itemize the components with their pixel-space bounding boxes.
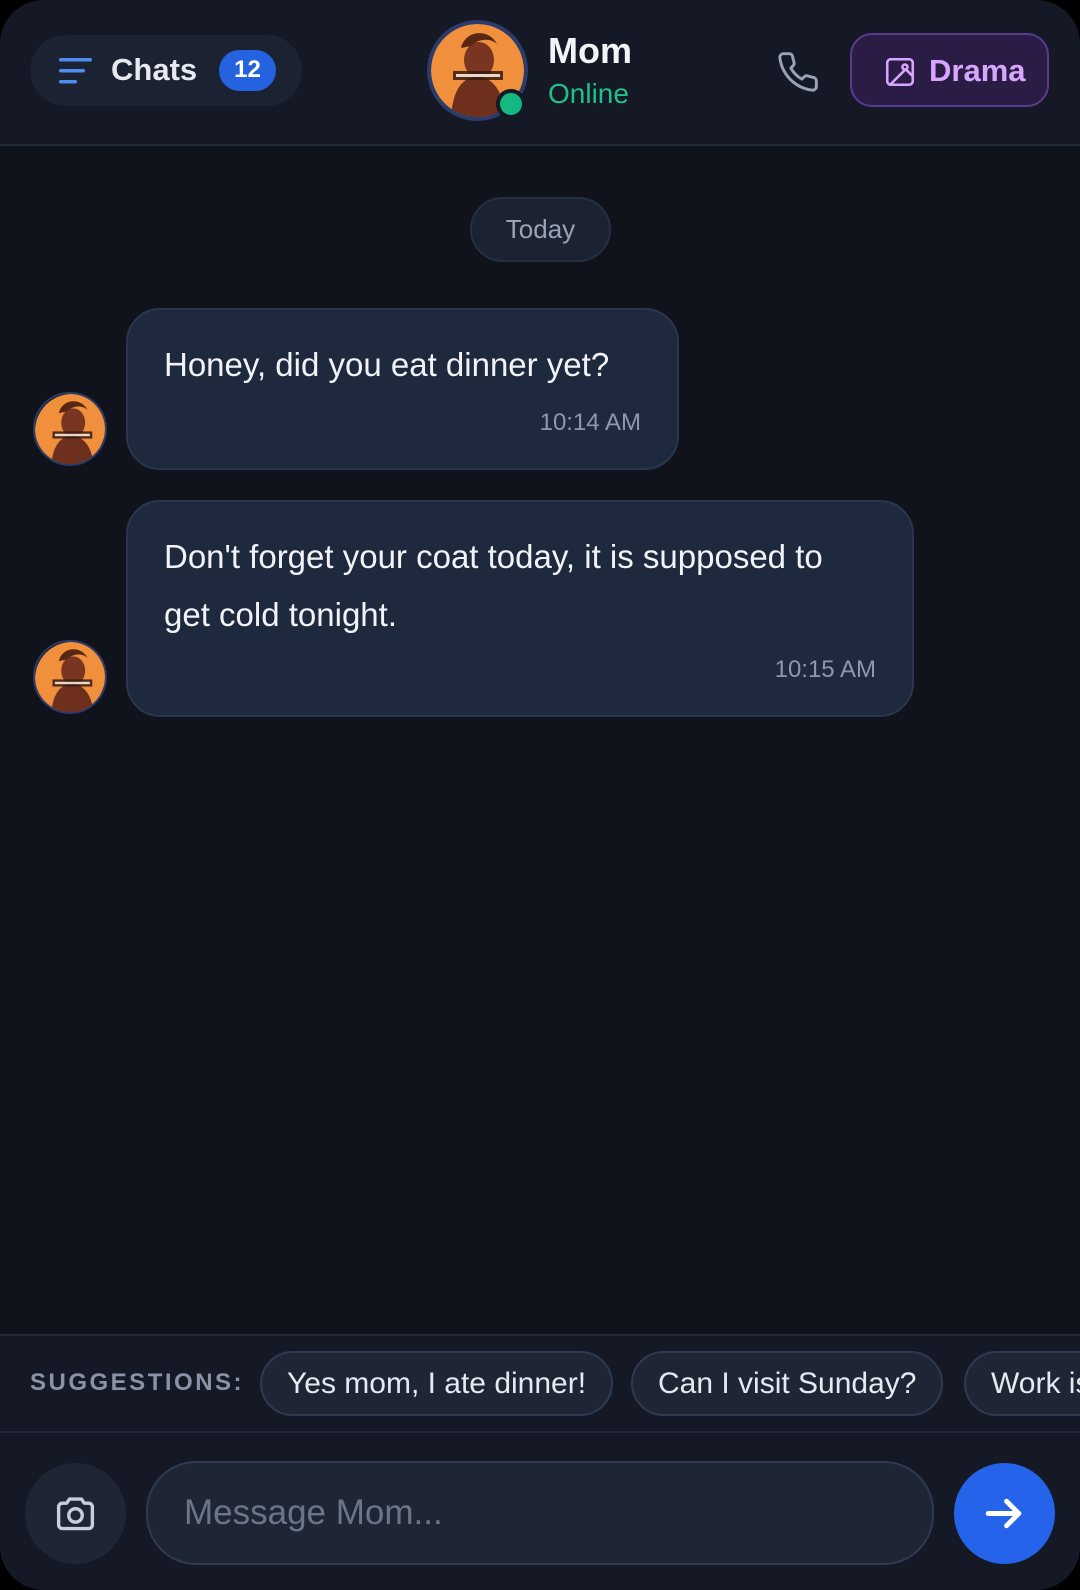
chat-header: Chats 12 Mom Online Drama: [0, 0, 1080, 146]
chats-button[interactable]: Chats 12: [30, 35, 302, 106]
camera-button[interactable]: [25, 1463, 126, 1564]
suggestions-bar: SUGGESTIONS: Yes mom, I ate dinner! Can …: [0, 1334, 1080, 1431]
online-indicator: [496, 89, 526, 119]
drama-label: Drama: [929, 53, 1026, 88]
message-time: 10:14 AM: [539, 409, 641, 436]
suggestion-chip[interactable]: Yes mom, I ate dinner!: [260, 1351, 614, 1416]
suggestion-chip[interactable]: Work is: [964, 1351, 1080, 1416]
suggestion-chip[interactable]: Can I visit Sunday?: [631, 1351, 944, 1416]
message-bubble: Don't forget your coat today, it is supp…: [126, 500, 914, 717]
message-text: Honey, did you eat dinner yet?: [164, 346, 610, 383]
message-input[interactable]: [146, 1461, 934, 1565]
unread-badge: 12: [219, 50, 276, 91]
send-button[interactable]: [954, 1463, 1055, 1564]
drama-button[interactable]: Drama: [850, 33, 1049, 107]
message-composer: [0, 1431, 1080, 1590]
message-text-line-1: Don't forget your coat today, it is supp…: [164, 538, 823, 575]
date-divider: Today: [470, 197, 611, 262]
message-bubble: Honey, did you eat dinner yet? 10:14 AM: [126, 308, 679, 470]
phone-icon[interactable]: [776, 50, 820, 94]
chat-app: Chats 12 Mom Online Drama Today Honey, d…: [0, 0, 1080, 1590]
contact-status: Online: [548, 78, 629, 109]
message-text-line-2: get cold tonight.: [164, 596, 397, 633]
menu-icon: [59, 58, 92, 84]
suggestions-label: SUGGESTIONS:: [30, 1369, 245, 1396]
message-time: 10:15 AM: [774, 656, 876, 683]
chats-label: Chats: [111, 52, 198, 87]
message-avatar: [33, 392, 107, 466]
arrow-right-icon: [985, 1498, 1022, 1529]
camera-icon: [56, 1497, 95, 1531]
message-avatar: [33, 640, 107, 714]
contact-name: Mom: [548, 30, 632, 71]
image-icon: [885, 57, 915, 87]
